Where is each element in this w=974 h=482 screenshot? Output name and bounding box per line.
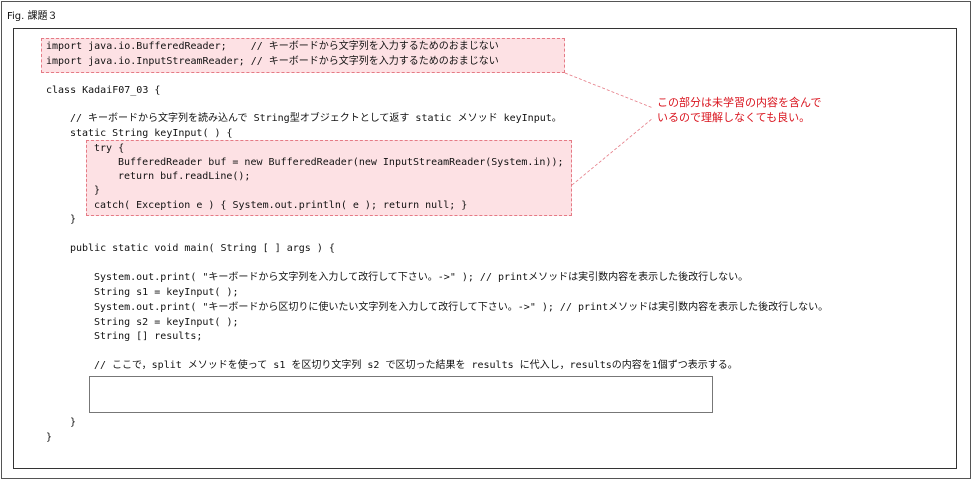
- code-line-keyinput-comment: // キーボードから文字列を読み込んで String型オブジェクトとして返す s…: [70, 113, 562, 124]
- code-line-print-prompt-2: System.out.print( "キーボードから区切りに使いたい文字列を入力…: [94, 302, 829, 313]
- code-line-try-close: }: [94, 185, 101, 196]
- annotation-note-line-1: この部分は未学習の内容を含んで: [657, 96, 822, 109]
- code-line-return-readline: return buf.readLine();: [118, 171, 251, 182]
- code-line-results-decl: String [] results;: [94, 331, 203, 342]
- code-line-s2: String s2 = keyInput( );: [94, 317, 239, 328]
- answer-box[interactable]: [89, 376, 713, 413]
- annotation-note-line-2: いるので理解しなくても良い。: [657, 111, 811, 124]
- code-line-catch: catch( Exception e ) { System.out.printl…: [94, 200, 468, 211]
- code-line-s1: String s1 = keyInput( );: [94, 287, 239, 298]
- code-line-keyinput-close: }: [70, 214, 77, 225]
- code-line-import-bufferedreader: import java.io.BufferedReader; // キーボードか…: [46, 41, 499, 52]
- code-line-main-decl: public static void main( String [ ] args…: [70, 243, 335, 254]
- code-line-class-close: }: [46, 432, 53, 443]
- code-line-class-decl: class KadaiF07_03 {: [46, 85, 161, 96]
- code-line-buffer: BufferedReader buf = new BufferedReader(…: [118, 157, 564, 168]
- code-line-print-prompt-1: System.out.print( "キーボードから文字列を入力して改行して下さ…: [94, 272, 749, 283]
- code-line-import-inputstreamreader: import java.io.InputStreamReader; // キーボ…: [46, 56, 499, 67]
- code-line-main-close: }: [70, 417, 77, 428]
- annotation-note: この部分は未学習の内容を含んで いるので理解しなくても良い。: [657, 95, 821, 125]
- code-line-split-comment: // ここで，split メソッドを使って s1 を区切り文字列 s2 で区切っ…: [94, 360, 738, 371]
- code-line-try: try {: [94, 143, 125, 154]
- code-line-keyinput-decl: static String keyInput( ) {: [70, 128, 233, 139]
